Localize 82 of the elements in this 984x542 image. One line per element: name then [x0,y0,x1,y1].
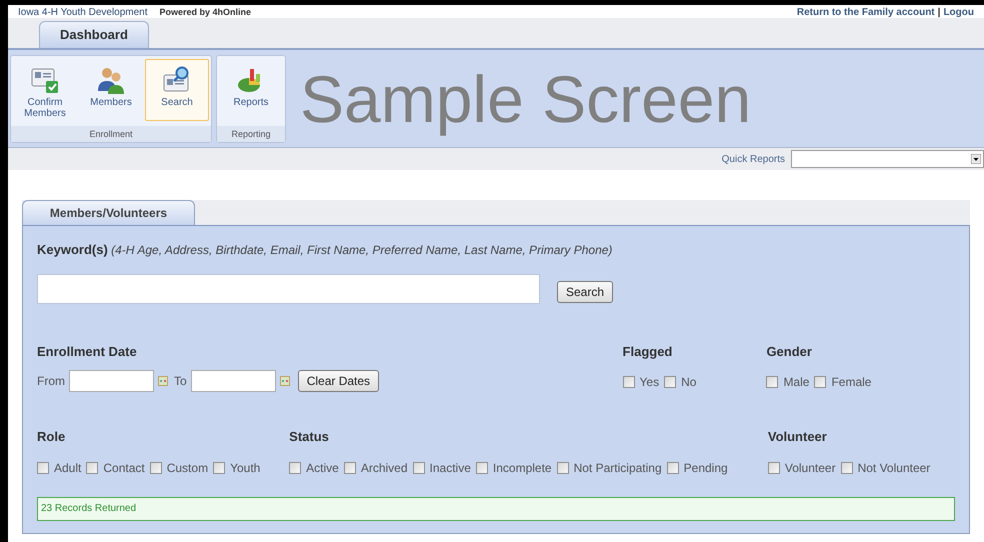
to-date-field[interactable] [190,370,276,392]
section-title: Flagged [622,342,674,361]
from-date-field[interactable] [69,370,154,392]
keyword-input-field[interactable] [37,274,540,304]
checkbox-label: Adult [54,460,82,476]
checkbox-label: Pending [684,460,728,476]
checkbox-square[interactable] [666,462,679,474]
overlay-title: Sample Screen [300,64,752,134]
checkbox-square[interactable] [37,462,49,474]
checkbox[interactable]: Archived [344,458,408,476]
checkbox-square[interactable] [814,376,826,388]
checkbox-square[interactable] [476,462,488,474]
checkbox-square[interactable] [150,462,162,474]
checkbox[interactable]: Female [814,373,872,391]
checkbox-square[interactable] [766,376,778,388]
checkbox[interactable]: Active [289,458,339,476]
checkbox-label: Not Participating [574,460,662,476]
header-link[interactable]: Logou [943,5,974,20]
checkbox-label: Custom [166,460,208,476]
clear-dates-button[interactable]: Clear Dates [298,370,380,392]
checkbox-label: Incomplete [492,460,552,476]
checkbox-square[interactable] [344,462,356,474]
checkbox-label: Archived [360,460,408,476]
checkbox[interactable]: Contact [86,458,145,476]
link-separator: | [938,6,940,20]
checkbox[interactable]: Not Participating [556,458,662,476]
section-title: Role [37,428,66,446]
ribbon-button[interactable]: Members [79,58,143,120]
search-button[interactable]: Search [557,280,614,302]
checkbox-label: Female [831,374,872,391]
checkbox-square[interactable] [412,462,425,474]
checkbox-label: Volunteer [784,460,836,476]
checkbox[interactable]: Incomplete [476,458,552,476]
section-title: Status [289,428,330,446]
checkbox[interactable]: Yes [622,373,660,391]
site-title: Iowa 4-H Youth Development [18,6,148,20]
calendar-icon[interactable] [280,376,290,386]
ribbon-button[interactable]: Reports [219,58,283,120]
section-title: Volunteer [768,428,828,446]
checkbox-square[interactable] [768,462,780,474]
checkbox-square[interactable] [556,462,569,474]
to-label: To [174,373,187,390]
checkbox-label: Youth [230,460,260,476]
checkbox[interactable]: Adult [37,458,82,476]
checkbox[interactable]: No [664,373,696,391]
checkbox-square[interactable] [622,376,635,388]
checkbox-label: Not Volunteer [858,460,930,476]
checkbox-label: Yes [640,374,660,391]
from-label: From [37,373,65,390]
checkbox-square[interactable] [289,462,302,474]
checkbox[interactable]: Not Volunteer [840,458,930,476]
checkbox[interactable]: Volunteer [768,458,836,476]
checkbox-label: No [681,374,696,391]
section-title: Gender [766,342,813,360]
checkbox[interactable]: Pending [666,458,728,476]
header-link[interactable]: Return to the Family account [796,5,935,20]
checkbox[interactable]: Custom [150,458,208,476]
checkbox-square[interactable] [840,462,853,474]
results-message: 23 Records Returned [37,496,955,520]
checkbox-label: Inactive [430,460,471,476]
quick-reports-label: Quick Reports [722,152,785,166]
dropdown-caret-icon [971,154,981,164]
checkbox[interactable]: Inactive [412,458,471,476]
calendar-icon[interactable] [158,376,168,386]
group-label: Reporting [217,126,285,142]
checkbox-label: Contact [103,460,145,476]
main-tab[interactable]: Dashboard [39,21,149,48]
group-label: Enrollment [11,126,211,142]
checkbox-square[interactable] [86,462,98,474]
checkbox-label: Male [783,374,810,391]
ribbon-button[interactable]: Search [145,58,209,120]
powered-by: Powered by 4hOnline [160,6,252,19]
panel-tab[interactable]: Members/Volunteers [22,200,195,225]
checkbox-square[interactable] [664,376,676,388]
checkbox[interactable]: Youth [213,458,260,476]
section-title: Enrollment Date [37,342,138,360]
keyword-label: Keyword(s) (4-H Age, Address, Birthdate, Email, First Name, Preferred Name, Last Name, Primary Phone) [37,241,614,259]
checkbox-square[interactable] [213,462,226,474]
checkbox[interactable]: Male [766,373,810,391]
checkbox-label: Active [306,460,339,476]
ribbon-button[interactable]: Confirm Members [13,58,77,120]
quick-reports-select[interactable] [791,150,984,168]
